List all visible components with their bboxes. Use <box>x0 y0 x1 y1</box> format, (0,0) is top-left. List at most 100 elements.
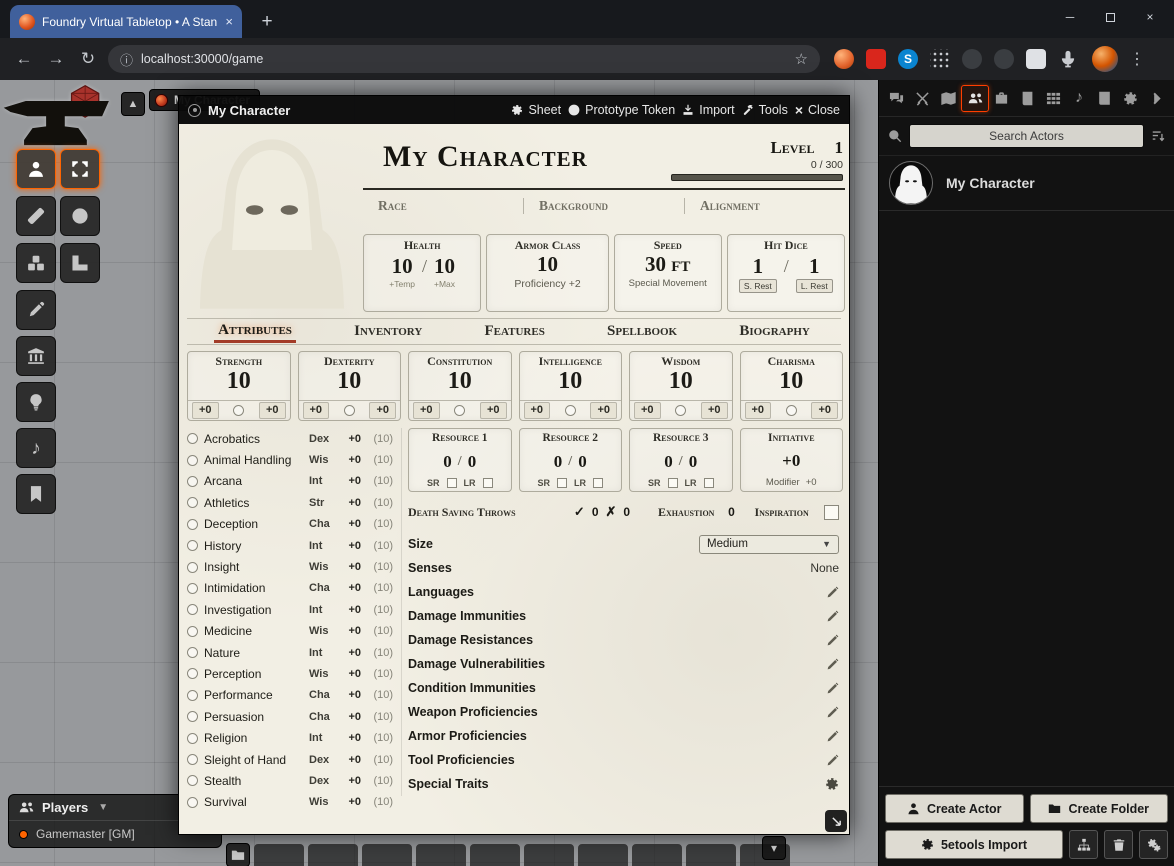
ability-charisma[interactable]: Charisma 10 +0+0 <box>740 351 844 421</box>
death-success-icon[interactable]: ✓ <box>574 504 585 520</box>
proficiency-radio[interactable] <box>187 476 198 487</box>
tab-compendium[interactable] <box>1092 85 1118 112</box>
microphone-icon[interactable] <box>1058 49 1078 69</box>
ability-intelligence[interactable]: Intelligence 10 +0+0 <box>519 351 623 421</box>
back-button[interactable]: ← <box>8 49 40 69</box>
save-proficiency-radio[interactable] <box>565 405 576 416</box>
alignment-field[interactable]: Alignment <box>684 198 845 214</box>
bookmark-star-icon[interactable]: ☆ <box>795 50 808 68</box>
tab-journal[interactable] <box>1015 85 1041 112</box>
proficiency-radio[interactable] <box>187 519 198 530</box>
macro-slot[interactable] <box>578 844 628 866</box>
tiles-layer-button[interactable] <box>16 243 56 283</box>
prototype-token-button[interactable]: Prototype Token <box>568 103 675 117</box>
browser-tab[interactable]: Foundry Virtual Tabletop • A Stan × <box>10 5 242 38</box>
sounds-layer-button[interactable]: ♪ <box>16 428 56 468</box>
skill-row[interactable]: ArcanaInt+0(10) <box>187 471 393 492</box>
proficiency-radio[interactable] <box>187 754 198 765</box>
lr-checkbox[interactable] <box>704 478 714 488</box>
size-select[interactable]: Medium▼ <box>699 535 839 554</box>
edit-trait-button[interactable] <box>826 658 843 671</box>
tab-scenes[interactable] <box>935 85 961 112</box>
xp-bar[interactable] <box>671 174 843 181</box>
reload-button[interactable]: ↻ <box>72 49 104 69</box>
sort-filter-icon[interactable] <box>1151 129 1165 143</box>
skill-row[interactable]: StealthDex+0(10) <box>187 770 393 791</box>
ability-dexterity[interactable]: Dexterity 10 +0+0 <box>298 351 402 421</box>
proficiency-radio[interactable] <box>187 583 198 594</box>
skill-row[interactable]: NatureInt+0(10) <box>187 642 393 663</box>
inspiration-checkbox[interactable] <box>824 505 839 520</box>
skill-row[interactable]: HistoryInt+0(10) <box>187 535 393 556</box>
skill-row[interactable]: PerceptionWis+0(10) <box>187 663 393 684</box>
delete-button[interactable] <box>1104 830 1133 859</box>
lr-checkbox[interactable] <box>593 478 603 488</box>
sr-checkbox[interactable] <box>668 478 678 488</box>
hit-dice-box[interactable]: Hit Dice 1S. Rest / 1L. Rest <box>727 234 845 312</box>
hp-tempmax-label[interactable]: +Max <box>434 279 455 289</box>
macro-slot[interactable] <box>362 844 412 866</box>
macro-folder-button[interactable] <box>226 843 250 866</box>
nav-collapse-button[interactable]: ▲ <box>121 92 145 116</box>
skill-row[interactable]: Sleight of HandDex+0(10) <box>187 749 393 770</box>
edit-trait-button[interactable] <box>826 610 843 623</box>
save-proficiency-radio[interactable] <box>675 405 686 416</box>
long-rest-button[interactable]: L. Rest <box>796 279 833 293</box>
window-maximize-button[interactable] <box>1090 2 1130 32</box>
proficiency-radio[interactable] <box>187 733 198 744</box>
save-proficiency-radio[interactable] <box>233 405 244 416</box>
ability-strength[interactable]: Strength 10 +0+0 <box>187 351 291 421</box>
skill-row[interactable]: MedicineWis+0(10) <box>187 621 393 642</box>
ac-value[interactable]: 10 <box>537 253 558 275</box>
macro-slot[interactable] <box>470 844 520 866</box>
forward-button[interactable]: → <box>40 49 72 69</box>
hp-current[interactable]: 10 <box>392 255 413 277</box>
death-fail-icon[interactable]: ✗ <box>606 504 617 520</box>
proficiency-radio[interactable] <box>187 775 198 786</box>
proficiency-radio[interactable] <box>187 455 198 466</box>
hp-max[interactable]: 10 <box>434 255 455 277</box>
proficiency-radio[interactable] <box>187 711 198 722</box>
hp-temp-label[interactable]: +Temp <box>389 279 415 289</box>
edit-trait-button[interactable] <box>826 754 843 767</box>
browser-menu-icon[interactable]: ⋮ <box>1124 49 1150 69</box>
tab-attributes[interactable]: Attributes <box>214 321 296 343</box>
hotbar-page-button[interactable]: ▾ <box>762 836 786 860</box>
character-name[interactable]: My Character <box>363 140 588 174</box>
close-window-button[interactable]: × Close <box>795 102 840 118</box>
extension-icon-light[interactable] <box>1026 49 1046 69</box>
actor-avatar[interactable] <box>889 161 933 205</box>
ability-constitution[interactable]: Constitution 10 +0+0 <box>408 351 512 421</box>
short-rest-button[interactable]: S. Rest <box>739 279 777 293</box>
window-close-button[interactable]: × <box>1130 2 1170 32</box>
tab-biography[interactable]: Biography <box>735 322 814 341</box>
tab-spellbook[interactable]: Spellbook <box>603 322 681 341</box>
macro-slot[interactable] <box>632 844 682 866</box>
configure-special-traits-button[interactable] <box>825 777 843 791</box>
character-portrait[interactable] <box>185 128 359 310</box>
background-field[interactable]: Background <box>523 198 684 214</box>
sheet-config-button[interactable]: Sheet <box>511 103 561 117</box>
tab-actors[interactable] <box>961 85 989 112</box>
skill-row[interactable]: SurvivalWis+0(10) <box>187 792 393 813</box>
skill-row[interactable]: DeceptionCha+0(10) <box>187 514 393 535</box>
new-tab-button[interactable]: + <box>254 9 280 35</box>
death-saves-marks[interactable]: ✓ 0 ✗ 0 <box>558 504 646 520</box>
extension-icon-blue[interactable]: S <box>898 49 918 69</box>
select-tool-button[interactable] <box>60 149 100 189</box>
race-field[interactable]: Race <box>363 198 523 214</box>
actor-list-item[interactable]: My Character <box>879 156 1174 211</box>
skill-row[interactable]: InsightWis+0(10) <box>187 556 393 577</box>
proficiency-radio[interactable] <box>187 540 198 551</box>
skill-row[interactable]: InvestigationInt+0(10) <box>187 599 393 620</box>
macro-slot[interactable] <box>416 844 466 866</box>
window-minimize-button[interactable]: ─ <box>1050 2 1090 32</box>
tab-settings[interactable] <box>1118 85 1144 112</box>
skill-row[interactable]: Animal HandlingWis+0(10) <box>187 449 393 470</box>
sr-checkbox[interactable] <box>447 478 457 488</box>
browser-profile-avatar[interactable] <box>1092 46 1118 72</box>
url-bar[interactable]: ⓘ localhost:30000/game ☆ <box>108 45 820 73</box>
proficiency-radio[interactable] <box>187 626 198 637</box>
extension-icon-dark-1[interactable] <box>962 49 982 69</box>
macro-slot[interactable] <box>524 844 574 866</box>
